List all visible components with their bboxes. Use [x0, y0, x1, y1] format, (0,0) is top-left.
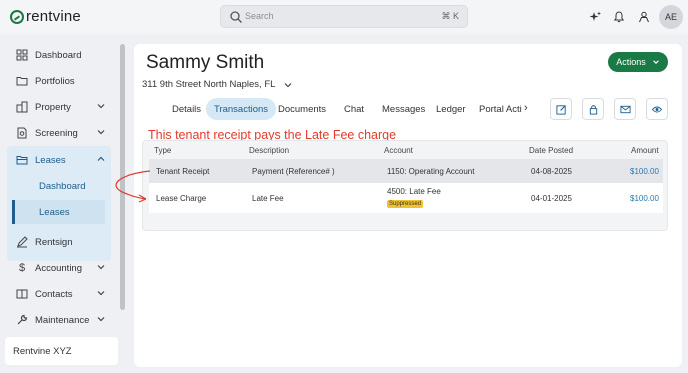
sidebar-item-screening[interactable]: Screening: [10, 121, 114, 145]
chevron-down-icon: [652, 60, 659, 64]
document-search-icon: [15, 126, 29, 140]
person-icon[interactable]: [636, 9, 652, 25]
column-header-amount[interactable]: Amount: [631, 146, 659, 155]
email-button[interactable]: [614, 98, 636, 120]
sidebar-item-portfolios[interactable]: Portfolios: [10, 69, 114, 93]
chevron-down-icon: [97, 291, 105, 296]
chevron-down-icon: [97, 317, 105, 322]
cell-description: Late Fee: [252, 194, 284, 203]
view-button[interactable]: [646, 98, 668, 120]
sidebar-item-label: Maintenance: [35, 314, 90, 326]
tab-chat[interactable]: Chat: [344, 98, 364, 120]
search-input[interactable]: Search ⌘ K: [220, 5, 468, 28]
eye-icon: [651, 106, 663, 112]
tab-transactions[interactable]: Transactions: [206, 98, 277, 120]
company-switcher[interactable]: Rentvine XYZ: [5, 337, 118, 365]
tabs-scroll-right-icon[interactable]: ›: [524, 102, 528, 114]
column-header-date-posted[interactable]: Date Posted: [529, 146, 573, 155]
wrench-icon: [15, 313, 29, 327]
sidebar-item-property[interactable]: Property: [10, 95, 114, 119]
tab-ledger[interactable]: Ledger: [436, 98, 466, 120]
sidebar-item-maintenance[interactable]: Maintenance: [10, 308, 114, 332]
lock-button[interactable]: [582, 98, 604, 120]
sidebar-item-dashboard[interactable]: Dashboard: [10, 43, 114, 67]
column-header-account[interactable]: Account: [384, 146, 413, 155]
cell-date: 04-01-2025: [531, 194, 572, 203]
table-row[interactable]: Tenant Receipt Payment (Reference# ) 115…: [149, 159, 663, 183]
sidebar-scrollbar[interactable]: [120, 44, 125, 310]
cell-type: Lease Charge: [156, 194, 207, 203]
cell-account: 1150: Operating Account: [387, 167, 475, 176]
tab-messages[interactable]: Messages: [382, 98, 425, 120]
sidebar-item-rentsign[interactable]: Rentsign: [10, 230, 114, 254]
cell-account: 4500: Late Fee: [387, 187, 441, 196]
chevron-down-icon: [285, 82, 292, 87]
logo-text: rentvine: [26, 8, 81, 25]
contacts-icon: [15, 287, 29, 301]
chevron-down-icon: [97, 130, 105, 135]
page-title: Sammy Smith: [146, 52, 265, 73]
top-bar: rentvine Search ⌘ K AE: [0, 0, 688, 34]
column-header-type[interactable]: Type: [154, 146, 171, 155]
cell-date: 04-08-2025: [531, 167, 572, 176]
actions-button[interactable]: Actions: [608, 52, 668, 72]
sidebar-item-leases[interactable]: Leases: [10, 148, 114, 172]
transactions-table: Type Description Account Date Posted Amo…: [142, 140, 668, 231]
cell-amount[interactable]: $100.00: [630, 167, 659, 176]
sidebar-item-label: Leases: [35, 154, 66, 166]
search-shortcut: ⌘ K: [441, 11, 459, 21]
sidebar-item-label: Accounting: [35, 262, 83, 274]
search-icon: [230, 11, 242, 23]
search-placeholder: Search: [245, 11, 274, 21]
mail-icon: [619, 105, 631, 113]
pen-icon: [15, 235, 29, 249]
sidebar-item-label: Contacts: [35, 288, 73, 300]
sidebar-item-label: Rentsign: [35, 236, 73, 248]
lock-icon: [589, 104, 597, 115]
sidebar-item-label: Portfolios: [35, 75, 75, 87]
cell-type: Tenant Receipt: [156, 167, 210, 176]
address-text: 311 9th Street North Naples, FL: [142, 79, 276, 90]
avatar[interactable]: AE: [659, 5, 683, 29]
sidebar-item-contacts[interactable]: Contacts: [10, 282, 114, 306]
sidebar-item-accounting[interactable]: $ Accounting: [10, 256, 114, 280]
actions-label: Actions: [616, 57, 646, 67]
sidebar-item-label: Dashboard: [35, 49, 82, 61]
sidebar-subitem-leases[interactable]: Leases: [12, 200, 105, 224]
chevron-down-icon: [97, 104, 105, 109]
column-header-description[interactable]: Description: [249, 146, 289, 155]
sparkle-icon[interactable]: [587, 9, 603, 25]
tab-details[interactable]: Details: [172, 98, 201, 120]
sidebar-subitem-dashboard[interactable]: Dashboard: [7, 174, 105, 198]
tab-documents[interactable]: Documents: [278, 98, 326, 120]
sidebar-item-label: Property: [35, 101, 71, 113]
rentvine-logo-icon: [10, 9, 24, 24]
chevron-up-icon: [97, 156, 105, 161]
edit-button[interactable]: [550, 98, 572, 120]
address-selector[interactable]: 311 9th Street North Naples, FL: [142, 79, 293, 90]
cell-description: Payment (Reference# ): [252, 167, 335, 176]
dashboard-icon: [15, 48, 29, 62]
suppressed-badge: Suppressed: [387, 200, 424, 208]
sidebar-item-label: Screening: [35, 127, 78, 139]
sidebar: Dashboard Portfolios Property Screening …: [0, 34, 126, 373]
folder-icon: [15, 74, 29, 88]
tab-portal-activity[interactable]: Portal Acti: [479, 98, 522, 120]
dollar-icon: $: [18, 262, 26, 274]
cell-amount[interactable]: $100.00: [630, 194, 659, 203]
chevron-down-icon: [97, 265, 105, 270]
edit-icon: [555, 104, 566, 115]
folder-open-icon: [15, 153, 29, 167]
bell-icon[interactable]: [611, 9, 627, 25]
logo[interactable]: rentvine: [10, 8, 81, 25]
building-icon: [15, 100, 29, 114]
main-panel: Sammy Smith 311 9th Street North Naples,…: [134, 44, 682, 367]
table-row[interactable]: Lease Charge Late Fee 4500: Late Fee Sup…: [149, 183, 663, 213]
